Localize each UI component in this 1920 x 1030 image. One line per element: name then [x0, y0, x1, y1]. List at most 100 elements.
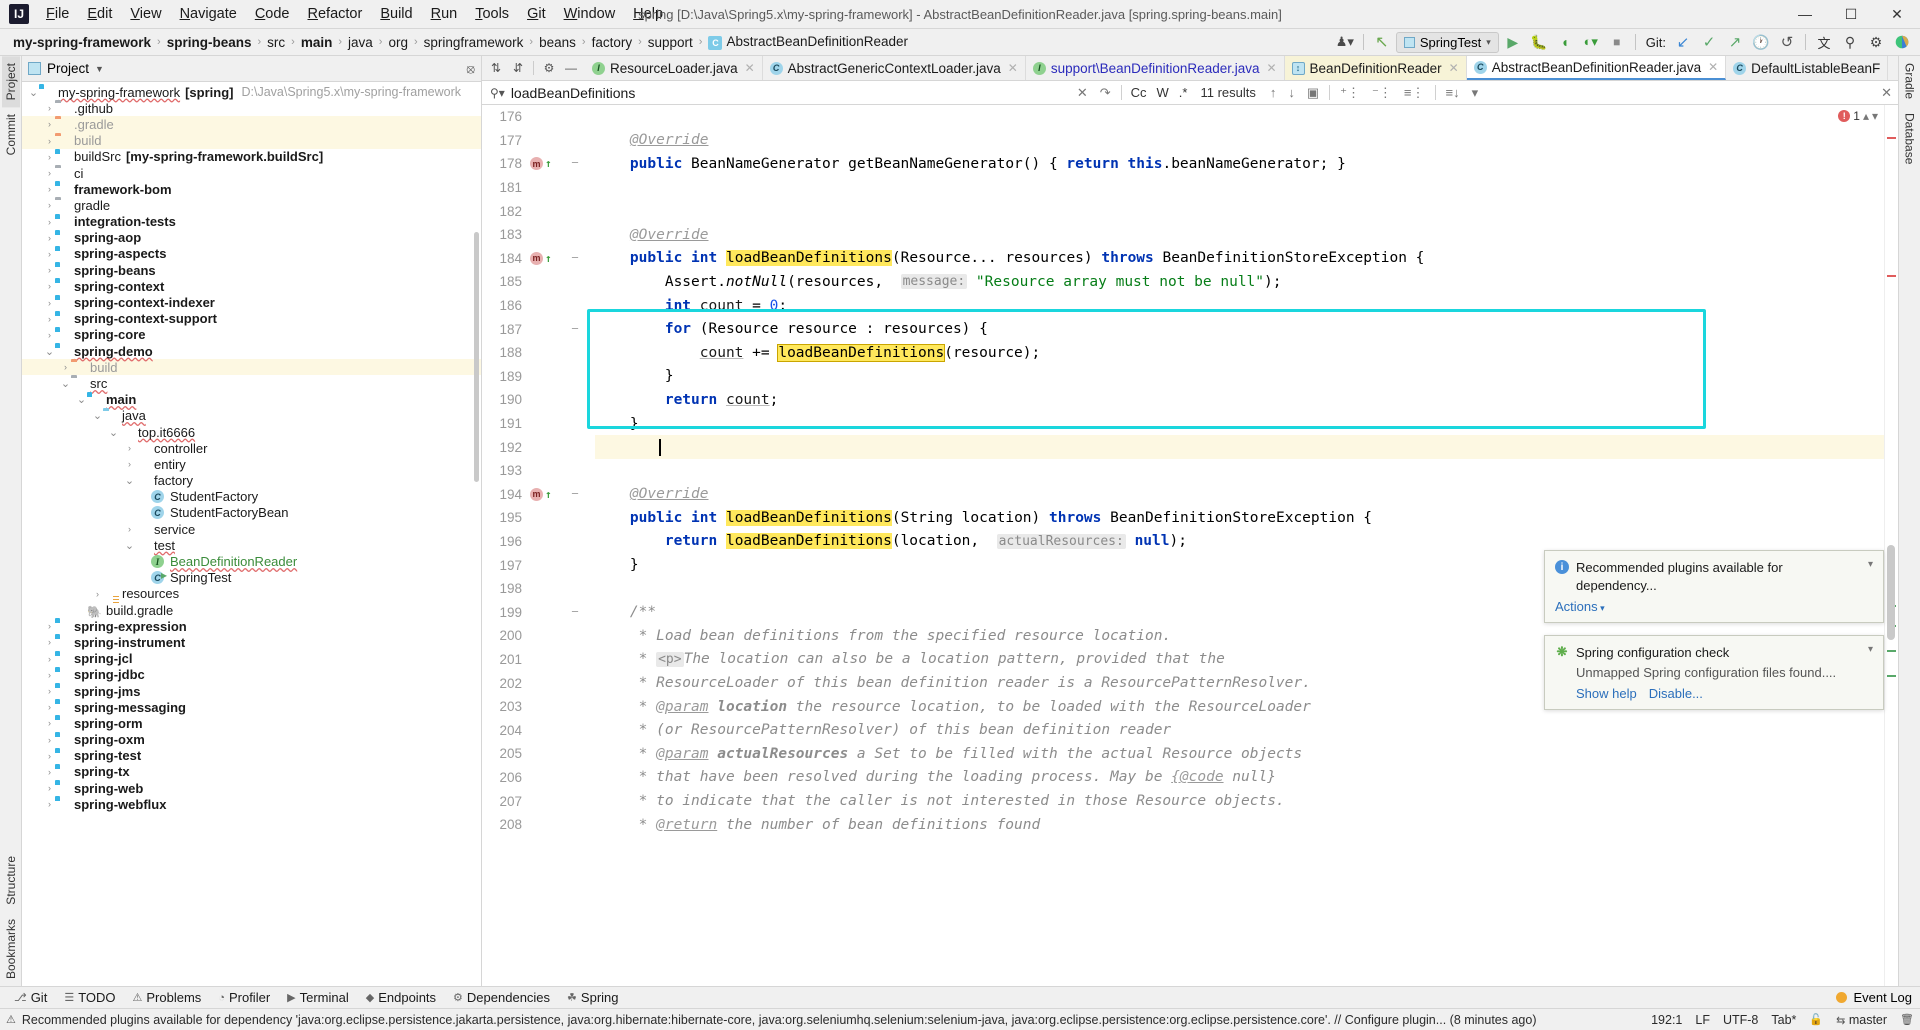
breadcrumb-item-org[interactable]: org — [383, 34, 413, 51]
chevron-right-icon[interactable]: › — [44, 767, 55, 777]
chevron-right-icon[interactable]: › — [92, 589, 103, 599]
rail-tab-structure[interactable]: Structure — [2, 849, 20, 912]
code-line[interactable]: * @param actualResources a Set to be fil… — [595, 742, 1898, 766]
filter-icon[interactable]: ▾ — [1466, 85, 1485, 101]
back-arrow-icon[interactable]: ↖ — [1370, 31, 1394, 53]
tree-node-resources[interactable]: ›resources — [22, 586, 481, 602]
gutter-line[interactable]: 181 — [482, 176, 587, 200]
breadcrumb-item-beans[interactable]: beans — [534, 34, 581, 51]
tree-node-spring-webflux[interactable]: ›spring-webflux — [22, 796, 481, 812]
gutter-line[interactable]: 205 — [482, 742, 587, 766]
gutter-line[interactable]: 199─ — [482, 600, 587, 624]
breadcrumb-item-abstractbeandefinitionreader[interactable]: CAbstractBeanDefinitionReader — [703, 33, 913, 50]
line-separator[interactable]: LF — [1695, 1013, 1710, 1027]
tree-node-spring-demo[interactable]: ⌄spring-demo — [22, 343, 481, 359]
tool-window-todo[interactable]: ☰TODO — [56, 989, 123, 1006]
tree-node-spring-context-indexer[interactable]: ›spring-context-indexer — [22, 294, 481, 310]
fold-toggle-icon[interactable]: ─ — [572, 324, 582, 335]
editor-tab-beandefinitionreader[interactable]: ↕BeanDefinitionReader✕ — [1285, 56, 1467, 80]
chevron-right-icon[interactable]: › — [44, 654, 55, 664]
project-tree[interactable]: ⌄my-spring-framework[spring]D:\Java\Spri… — [22, 82, 481, 986]
expand-all-icon[interactable]: ⇅ — [486, 58, 506, 78]
code-editor[interactable]: 176177178m↑─181182183184m↑─185186187─188… — [482, 105, 1898, 986]
chevron-down-icon[interactable]: ⌄ — [124, 539, 135, 552]
code-line[interactable]: int count = 0; — [595, 294, 1898, 318]
code-line[interactable]: Assert.notNull(resources, message: "Reso… — [595, 270, 1898, 294]
overridden-method-icon[interactable]: m — [530, 488, 543, 501]
chevron-right-icon[interactable]: › — [44, 249, 55, 259]
tree-node-build-gradle[interactable]: 🐘build.gradle — [22, 602, 481, 618]
chevron-right-icon[interactable]: › — [124, 443, 135, 453]
tool-window-dependencies[interactable]: ⚙Dependencies — [445, 989, 558, 1006]
code-line[interactable]: } — [595, 365, 1898, 389]
tree-node--github[interactable]: ›.github — [22, 100, 481, 116]
status-message[interactable]: Recommended plugins available for depend… — [22, 1013, 1641, 1027]
tree-node-buildsrc[interactable]: ›buildSrc[my-spring-framework.buildSrc] — [22, 149, 481, 165]
chevron-right-icon[interactable]: › — [44, 686, 55, 696]
implementing-method-icon[interactable]: ↑ — [545, 488, 552, 501]
chevron-right-icon[interactable]: › — [44, 330, 55, 340]
gutter-line[interactable]: 206 — [482, 766, 587, 790]
tree-node-build[interactable]: ›build — [22, 359, 481, 375]
gutter-line[interactable]: 203 — [482, 695, 587, 719]
chevron-right-icon[interactable]: › — [44, 783, 55, 793]
chevron-right-icon[interactable]: › — [44, 751, 55, 761]
fold-toggle-icon[interactable]: ─ — [572, 253, 582, 264]
maximize-button[interactable]: ☐ — [1828, 0, 1874, 29]
chevron-right-icon[interactable]: › — [124, 524, 135, 534]
chevron-down-icon[interactable]: ▾ — [1868, 559, 1873, 570]
editor-tab-abstractbeandefinitionreader-java[interactable]: CAbstractBeanDefinitionReader.java✕ — [1467, 56, 1726, 80]
gutter-line[interactable]: 201 — [482, 648, 587, 672]
error-stripe[interactable] — [1884, 105, 1898, 986]
fold-toggle-icon[interactable]: ─ — [572, 607, 582, 618]
tool-window-profiler[interactable]: ◔Profiler — [210, 989, 278, 1006]
gutter-line[interactable]: 178m↑─ — [482, 152, 587, 176]
chevron-right-icon[interactable]: › — [44, 103, 55, 113]
close-tab-icon[interactable]: ✕ — [1266, 61, 1276, 75]
caret-position[interactable]: 192:1 — [1651, 1013, 1682, 1027]
translate-icon[interactable]: 文 — [1812, 31, 1836, 53]
actions-link[interactable]: Actions — [1555, 599, 1605, 614]
menu-git[interactable]: Git — [518, 3, 555, 25]
tree-node-service[interactable]: ›service — [22, 521, 481, 537]
match-case-button[interactable]: Cc — [1126, 85, 1152, 100]
theme-toggle-icon[interactable] — [1890, 31, 1914, 53]
search-history-icon[interactable]: ↷ — [1094, 85, 1117, 101]
tree-node-studentfactory[interactable]: CStudentFactory — [22, 489, 481, 505]
menu-tools[interactable]: Tools — [466, 3, 518, 25]
tool-window-spring[interactable]: ☘Spring — [559, 989, 626, 1006]
close-tab-icon[interactable]: ✕ — [1708, 60, 1718, 74]
tree-node-my-spring-framework[interactable]: ⌄my-spring-framework[spring]D:\Java\Spri… — [22, 84, 481, 100]
tree-node-spring-tx[interactable]: ›spring-tx — [22, 764, 481, 780]
gutter-line[interactable]: 198 — [482, 577, 587, 601]
gutter-icons[interactable]: m↑─ — [526, 157, 582, 170]
gutter-icons[interactable]: m↑ ─ — [526, 488, 582, 501]
trash-icon[interactable]: 🗑 — [1900, 1013, 1914, 1026]
tree-node-ci[interactable]: ›ci — [22, 165, 481, 181]
tree-node-spring-jcl[interactable]: ›spring-jcl — [22, 651, 481, 667]
code-line[interactable]: * (or ResourcePatternResolver) of this b… — [595, 718, 1898, 742]
find-next-icon[interactable]: ↓ — [1282, 85, 1301, 100]
chevron-right-icon[interactable]: › — [60, 362, 71, 372]
chevron-right-icon[interactable]: › — [44, 265, 55, 275]
menu-run[interactable]: Run — [422, 3, 467, 25]
chevron-right-icon[interactable]: › — [44, 621, 55, 631]
overridden-method-icon[interactable]: m — [530, 252, 543, 265]
implementing-method-icon[interactable]: ↑ — [545, 252, 552, 265]
gutter-line[interactable]: 189 — [482, 365, 587, 389]
tree-node-springtest[interactable]: ▶CSpringTest — [22, 570, 481, 586]
tree-node-spring-aspects[interactable]: ›spring-aspects — [22, 246, 481, 262]
event-log-group[interactable]: Event Log — [1836, 990, 1920, 1005]
settings-gear-icon[interactable]: ⚙ — [1864, 31, 1888, 53]
rail-tab-commit[interactable]: Commit — [2, 107, 20, 162]
gutter-line[interactable]: 195 — [482, 506, 587, 530]
editor-tab-support-beandefinitionreader-java[interactable]: Isupport\BeanDefinitionReader.java✕ — [1026, 56, 1285, 80]
whole-words-button[interactable]: W — [1152, 85, 1174, 100]
close-tab-icon[interactable]: ✕ — [1449, 61, 1459, 75]
close-tab-icon[interactable]: ✕ — [745, 61, 755, 75]
hide-panel-icon[interactable]: — — [561, 58, 581, 78]
fold-toggle-icon[interactable]: ─ — [572, 489, 582, 500]
tree-node-factory[interactable]: ⌄factory — [22, 473, 481, 489]
code-line[interactable] — [595, 435, 1898, 459]
chevron-right-icon[interactable]: › — [44, 637, 55, 647]
